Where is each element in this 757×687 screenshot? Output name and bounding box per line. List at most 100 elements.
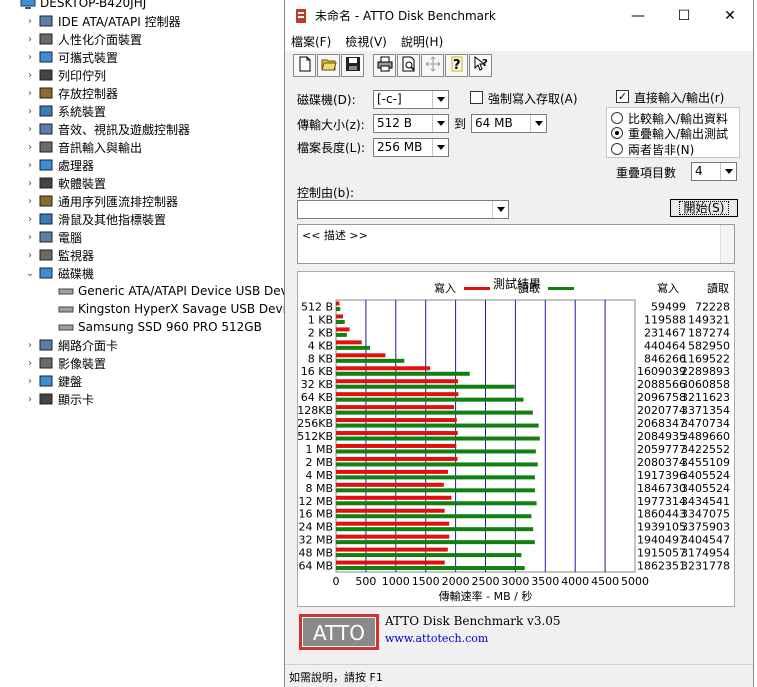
bar-write — [336, 301, 340, 306]
tree-item[interactable]: › 音訊輸入與輸出 — [24, 138, 142, 156]
tree-item[interactable]: › 鍵盤 — [24, 372, 82, 390]
tree-item[interactable]: › 系統裝置 — [24, 102, 106, 120]
force-write-checkbox[interactable] — [470, 91, 483, 104]
bar-write — [336, 340, 362, 345]
move-button[interactable] — [421, 54, 444, 77]
bar-write — [336, 560, 445, 565]
tree-item[interactable]: Kingston HyperX Savage USB Device — [44, 300, 300, 318]
print-button[interactable] — [373, 54, 396, 77]
start-button[interactable]: 開始(S) — [670, 199, 738, 217]
transfer-to-select[interactable]: 64 MB — [471, 114, 547, 133]
bar-read — [336, 345, 371, 350]
column-read-header: 讀取 — [707, 281, 729, 295]
value-write: 231467 — [644, 326, 686, 339]
maximize-button[interactable]: ☐ — [661, 0, 707, 31]
tree-item[interactable]: › 通用序列匯流排控制器 — [24, 192, 178, 210]
chevron-down-icon — [432, 91, 448, 108]
tree-root[interactable]: DESKTOP-B420JHJ — [18, 0, 146, 12]
printer-icon — [377, 56, 393, 75]
controlled-by-select[interactable] — [297, 200, 509, 219]
chevron-down-icon: ⌄ — [25, 267, 35, 279]
value-write: 2080374 — [637, 456, 686, 469]
print-preview-button[interactable] — [397, 54, 420, 77]
x-tick-label: 1000 — [382, 575, 410, 588]
tree-item[interactable]: › 網路介面卡 — [24, 336, 118, 354]
value-read: 1169522 — [681, 352, 730, 365]
open-button[interactable] — [317, 54, 340, 77]
chevron-down-icon — [720, 163, 736, 180]
queue-depth-select[interactable]: 4 — [691, 162, 737, 181]
disk-icon — [58, 284, 74, 298]
menu-view[interactable]: 檢視(V) — [345, 33, 387, 50]
category-label: 4 KB — [308, 339, 333, 352]
tree-item[interactable]: › 可攜式裝置 — [24, 48, 118, 66]
value-write: 119588 — [644, 313, 686, 326]
bar-read — [336, 423, 539, 428]
processor-icon — [38, 158, 54, 172]
menu-help[interactable]: 說明(H) — [401, 33, 443, 50]
io-mode-group: 比較輸入/輸出資料 重疊輸入/輸出測試 兩者皆非(N) — [606, 107, 740, 158]
value-write: 2088566 — [637, 378, 686, 391]
tree-item[interactable]: › 人性化介面裝置 — [24, 30, 142, 48]
category-label: 256KB — [298, 417, 333, 430]
transfer-from-select[interactable]: 512 B — [373, 114, 449, 133]
transfer-from-value: 512 B — [377, 116, 412, 130]
chevron-right-icon: › — [28, 339, 32, 351]
radio-overlap[interactable] — [611, 127, 623, 139]
tree-item[interactable]: › 列印佇列 — [24, 66, 106, 84]
x-tick-label: 0 — [333, 575, 340, 588]
radio-compare[interactable] — [611, 112, 623, 124]
title-bar[interactable]: 未命名 - ATTO Disk Benchmark — ☐ ✕ — [285, 0, 753, 31]
transfer-to-label: 到 — [454, 117, 467, 131]
chevron-right-icon: › — [28, 195, 32, 207]
description-textarea[interactable]: << 描述 >> — [297, 224, 735, 264]
help-pointer-icon: ? — [473, 55, 489, 75]
value-write: 440464 — [644, 339, 686, 352]
about-button[interactable]: ? — [445, 54, 468, 77]
system-device-icon — [38, 104, 54, 118]
network-icon — [38, 338, 54, 352]
tree-item[interactable]: › 顯示卡 — [24, 390, 94, 408]
tree-item[interactable]: › 影像裝置 — [24, 354, 106, 372]
tree-item[interactable]: › 電腦 — [24, 228, 82, 246]
disk-drive-icon — [38, 266, 54, 280]
tree-item[interactable]: › 監視器 — [24, 246, 94, 264]
file-length-select[interactable]: 256 MB — [373, 138, 449, 157]
printer-icon — [38, 68, 54, 82]
tree-item[interactable]: › 存放控制器 — [24, 84, 118, 102]
new-button[interactable] — [293, 54, 316, 77]
bar-read — [336, 397, 524, 402]
bar-read — [336, 307, 341, 311]
tree-item[interactable]: Generic ATA/ATAPI Device USB Device — [44, 282, 305, 300]
tree-item[interactable]: › 軟體裝置 — [24, 174, 106, 192]
tree-item-label: 通用序列匯流排控制器 — [58, 194, 179, 209]
folder-open-icon — [320, 56, 337, 75]
description-scrollbar[interactable] — [720, 225, 734, 263]
tree-item[interactable]: › 處理器 — [24, 156, 94, 174]
category-label: 2 KB — [308, 326, 333, 339]
bar-read — [336, 527, 534, 532]
force-write-label: 強制寫入存取(A) — [488, 92, 578, 106]
tree-item[interactable]: › IDE ATA/ATAPI 控制器 — [24, 12, 181, 30]
tree-item[interactable]: ⌄ 磁碟機 — [24, 264, 94, 282]
direct-io-checkbox[interactable]: ✓ — [616, 90, 629, 103]
context-help-button[interactable]: ? — [469, 54, 492, 77]
legend-write-label: 寫入 — [434, 281, 456, 295]
chevron-right-icon: › — [28, 87, 32, 99]
tree-item-label: 處理器 — [58, 158, 95, 173]
bar-write — [336, 534, 450, 539]
radio-neither[interactable] — [611, 143, 623, 155]
save-button[interactable] — [341, 54, 364, 77]
category-label: 64 MB — [298, 560, 333, 573]
tree-item[interactable]: › 音效、視訊及遊戲控制器 — [24, 120, 190, 138]
file-length-label: 檔案長度(L): — [297, 141, 366, 155]
monitor-icon — [38, 248, 54, 262]
minimize-button[interactable]: — — [615, 0, 661, 31]
close-button[interactable]: ✕ — [707, 0, 753, 31]
website-link[interactable]: www.attotech.com — [385, 632, 488, 645]
menu-file[interactable]: 檔案(F) — [291, 33, 331, 50]
storage-controller-icon — [38, 86, 54, 100]
tree-item[interactable]: Samsung SSD 960 PRO 512GB — [44, 318, 262, 336]
tree-item[interactable]: › 滑鼠及其他指標裝置 — [24, 210, 166, 228]
drive-select[interactable]: [-c-] — [373, 90, 449, 109]
